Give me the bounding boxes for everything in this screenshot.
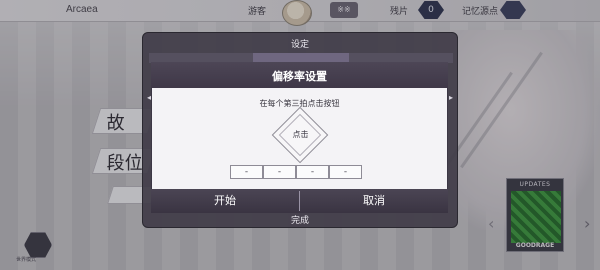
settings-title: 设定 bbox=[290, 40, 309, 50]
start-button[interactable]: 开始 bbox=[151, 189, 299, 213]
beat-indicator: - bbox=[296, 165, 329, 179]
tap-button-label: 点击 bbox=[292, 130, 309, 139]
chevron-right-icon[interactable]: ▸ bbox=[449, 93, 453, 102]
beat-indicator: - bbox=[329, 165, 362, 179]
settings-done-button[interactable]: 完成 bbox=[143, 213, 457, 226]
beat-indicator: - bbox=[230, 165, 263, 179]
offset-dialog: 偏移率设置 在每个第三拍点击按钮 点击 - - - - 开始 取消 bbox=[151, 62, 448, 213]
cancel-button[interactable]: 取消 bbox=[300, 189, 448, 213]
dialog-header: 偏移率设置 bbox=[151, 62, 448, 88]
beat-indicator: - bbox=[263, 165, 296, 179]
dialog-title: 偏移率设置 bbox=[272, 70, 327, 83]
dialog-footer: 开始 取消 bbox=[151, 189, 448, 213]
beat-indicator-row: - - - - bbox=[230, 165, 362, 179]
